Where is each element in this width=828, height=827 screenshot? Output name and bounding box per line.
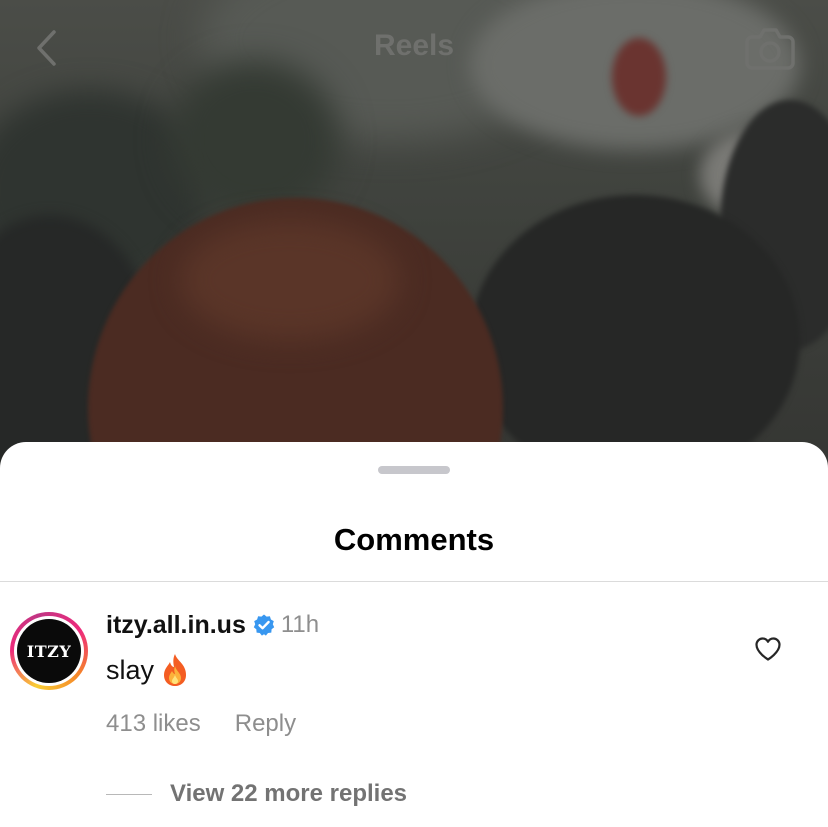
comment-meta: 413 likes Reply (106, 710, 296, 738)
view-replies-button[interactable]: View 22 more replies (170, 780, 407, 808)
avatar: ITZY (17, 619, 81, 683)
reels-top-bar: Reels (0, 0, 828, 96)
comment-item: ITZY itzy.all.in.us 11h slay 413 likes R… (0, 582, 828, 827)
page-title: Reels (373, 29, 455, 62)
view-replies-row[interactable]: View 22 more replies (106, 780, 407, 808)
comment-header: itzy.all.in.us 11h (106, 610, 319, 640)
comment-timestamp: 11h (280, 611, 320, 638)
reels-comments-screen: Reels Comments ITZY itzy.all.in.us 11h s… (0, 0, 828, 827)
reply-button[interactable]: Reply (235, 710, 296, 738)
avatar-story-ring[interactable]: ITZY (10, 612, 88, 690)
comments-sheet: Comments ITZY itzy.all.in.us 11h slay 41… (0, 442, 828, 827)
fire-icon (164, 654, 187, 686)
camera-icon (745, 28, 795, 70)
like-comment-button[interactable] (754, 636, 782, 662)
comment-text: slay (106, 654, 155, 685)
comment-username[interactable]: itzy.all.in.us (106, 611, 246, 640)
comment-body: slay (106, 652, 190, 688)
replies-divider-line (106, 793, 152, 795)
comments-title: Comments (333, 522, 495, 557)
likes-count[interactable]: 413 likes (106, 710, 201, 738)
heart-outline-icon (755, 637, 781, 661)
camera-button[interactable] (744, 24, 796, 72)
verified-badge-icon (253, 614, 275, 636)
sheet-drag-handle[interactable] (378, 466, 450, 474)
